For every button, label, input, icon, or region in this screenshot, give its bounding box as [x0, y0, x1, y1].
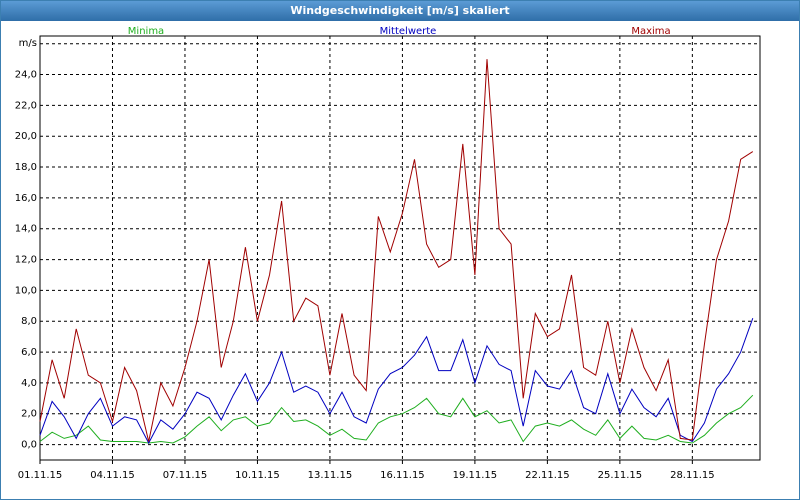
- line-chart: 0,0 2,0 4,0 6,0 8,0 10,0 12,0 14,0 16,0 18,0 20,0 2…: [15, 26, 761, 481]
- legend-entry-minima: Minima: [128, 26, 164, 37]
- y-tick-label: 24,0: [15, 70, 37, 81]
- y-tick-label: 20,0: [15, 131, 37, 142]
- x-tick-label: 04.11.15: [90, 470, 135, 481]
- plot-area: [39, 35, 761, 461]
- y-tick-label: 16,0: [15, 193, 37, 204]
- y-tick-label: 14,0: [15, 224, 37, 235]
- y-tick-label: 0,0: [21, 440, 37, 451]
- legend-entry-mittelwerte: Mittelwerte: [380, 26, 437, 37]
- y-tick-label: 8,0: [21, 316, 37, 327]
- x-tick-label: 01.11.15: [18, 470, 63, 481]
- y-tick-label: 2,0: [21, 409, 37, 420]
- legend-entry-maxima: Maxima: [631, 26, 670, 37]
- y-axis-unit-label: m/s: [19, 38, 37, 49]
- x-tick-label: 22.11.15: [525, 470, 570, 481]
- y-tick-label: 12,0: [15, 255, 37, 266]
- x-tick-label: 16.11.15: [380, 470, 425, 481]
- y-tick-label: 4,0: [21, 378, 37, 389]
- y-tick-label: 18,0: [15, 162, 37, 173]
- x-tick-label: 19.11.15: [453, 470, 498, 481]
- x-tick-label: 07.11.15: [163, 470, 208, 481]
- x-tick-label: 10.11.15: [235, 470, 280, 481]
- y-tick-label: 10,0: [15, 285, 37, 296]
- y-tick-label: 6,0: [21, 347, 37, 358]
- x-tick-label: 13.11.15: [308, 470, 353, 481]
- x-tick-label: 28.11.15: [670, 470, 715, 481]
- x-tick-label: 25.11.15: [598, 470, 643, 481]
- y-tick-label: 22,0: [15, 100, 37, 111]
